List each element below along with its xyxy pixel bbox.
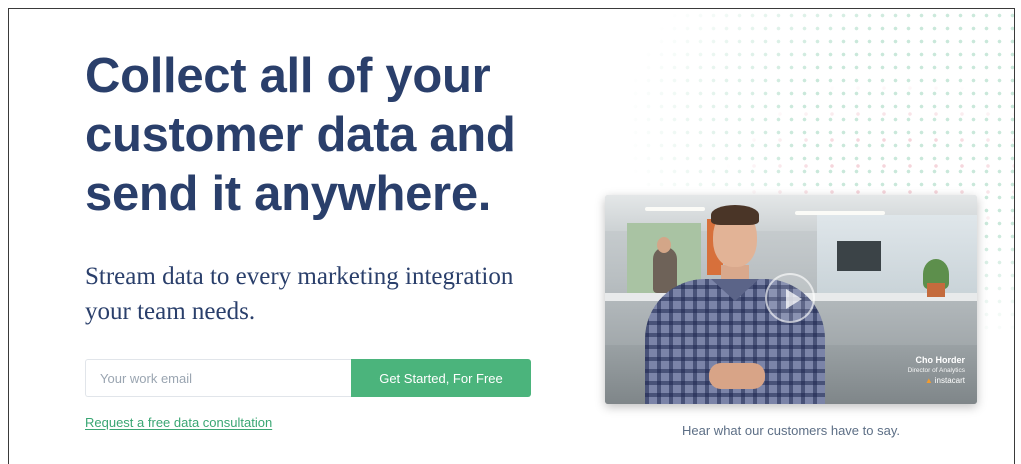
email-input[interactable] bbox=[85, 359, 351, 397]
consultation-link[interactable]: Request a free data consultation bbox=[85, 415, 272, 430]
video-office-monitor bbox=[837, 241, 881, 271]
video-caption: Hear what our customers have to say. bbox=[682, 423, 900, 438]
signup-form: Get Started, For Free bbox=[85, 359, 531, 397]
testimonial-video[interactable]: Cho Horder Director of Analytics ▲ insta… bbox=[605, 195, 977, 404]
video-background-person-head bbox=[657, 237, 671, 253]
play-icon[interactable] bbox=[765, 273, 815, 323]
carrot-icon: ▲ bbox=[924, 376, 933, 385]
video-lower-third: Cho Horder Director of Analytics ▲ insta… bbox=[908, 355, 965, 386]
video-speaker-hands bbox=[709, 363, 765, 389]
video-brand: ▲ instacart bbox=[908, 375, 965, 386]
hero-headline: Collect all of your customer data and se… bbox=[85, 49, 516, 221]
video-ceiling-light bbox=[645, 207, 705, 211]
video-speaker-name: Cho Horder bbox=[915, 355, 966, 365]
get-started-button[interactable]: Get Started, For Free bbox=[351, 359, 531, 397]
video-speaker-hair bbox=[711, 205, 759, 225]
page-frame: Collect all of your customer data and se… bbox=[8, 8, 1015, 464]
video-brand-name: instacart bbox=[934, 376, 965, 385]
hero-subhead: Stream data to every marketing integrati… bbox=[85, 263, 514, 325]
video-background-person bbox=[653, 247, 677, 293]
video-speaker-role: Director of Analytics bbox=[907, 367, 965, 374]
video-plant-pot bbox=[927, 283, 945, 297]
